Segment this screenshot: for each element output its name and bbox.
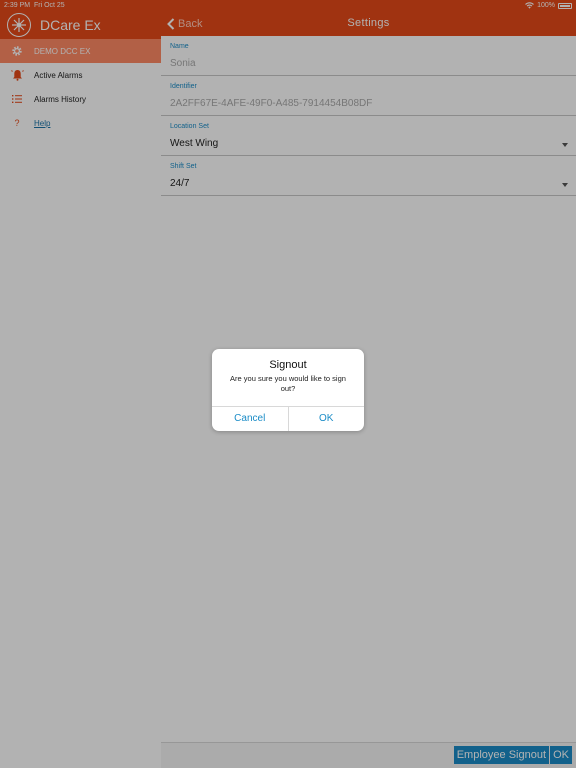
confirm-ok-button[interactable]: OK: [287, 407, 365, 431]
dialog-message: Are you sure you would like to sign out?: [230, 374, 346, 393]
dialog-buttons: Cancel OK: [212, 406, 364, 431]
cancel-button[interactable]: Cancel: [212, 407, 288, 431]
dialog-title: Signout: [269, 359, 307, 371]
signout-dialog: Signout Are you sure you would like to s…: [212, 349, 364, 431]
